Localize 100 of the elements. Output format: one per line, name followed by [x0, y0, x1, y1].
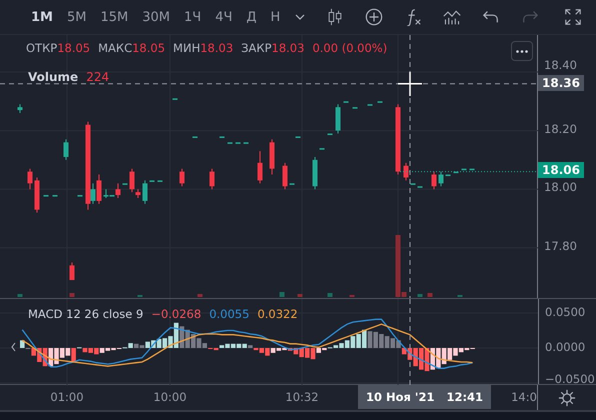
indicator-axis-label: 0.0500: [545, 306, 586, 320]
volume-bar: [18, 294, 22, 297]
candle: [290, 182, 294, 185]
candle: [228, 142, 232, 144]
legend-label: МАКС: [98, 41, 132, 55]
add-circle-icon[interactable]: [365, 8, 384, 26]
legend-change: 0.00 (0.00%): [312, 41, 388, 55]
interval-tab[interactable]: Н: [266, 8, 286, 26]
candle: [470, 168, 474, 170]
time-label: 10:00: [153, 390, 187, 404]
candle: [454, 171, 458, 174]
volume-bar: [328, 293, 332, 297]
function-icon[interactable]: [404, 8, 422, 26]
candle: [236, 142, 240, 144]
interval-tab[interactable]: 15M: [95, 8, 134, 26]
candle: [158, 180, 162, 182]
legend-label: ЗАКР: [241, 41, 272, 55]
interval-tab[interactable]: 1M: [26, 8, 58, 26]
candle: [438, 171, 444, 187]
price-label: 18.20: [544, 122, 577, 136]
indicators-icon[interactable]: [443, 8, 462, 26]
volume-bar: [198, 294, 202, 297]
chevron-down-icon[interactable]: [295, 14, 306, 20]
candle: [336, 104, 340, 134]
volume-bar: [70, 293, 74, 297]
more-button[interactable]: [511, 41, 533, 61]
crosshair-time: 12:41: [446, 390, 484, 404]
more-icon: [516, 50, 528, 52]
indicator-value: 0.0055: [209, 307, 250, 321]
price-label: 18.00: [544, 181, 577, 194]
candle: [210, 168, 214, 190]
last-price-tag: 18.06: [538, 162, 584, 178]
interval-tab[interactable]: 4Ч: [210, 8, 238, 26]
candle: [52, 194, 58, 197]
candle: [122, 182, 128, 185]
fullscreen-icon[interactable]: [564, 8, 582, 26]
candle: [18, 104, 22, 114]
legend-value: 18.03: [200, 41, 234, 55]
volume-bar: [280, 292, 284, 297]
time-label: 14:0: [511, 390, 537, 404]
candle: [418, 186, 422, 188]
candle: [404, 162, 408, 181]
time-label: 10:32: [285, 390, 319, 404]
candle: [368, 104, 372, 106]
crosshair-date: 10 Ноя '21: [366, 390, 434, 404]
volume-bar: [418, 294, 422, 297]
volume-bar: [428, 293, 432, 297]
candle: [328, 133, 332, 136]
interval-tab[interactable]: 5M: [62, 8, 92, 26]
indicator-value: 0.0322: [257, 307, 298, 321]
indicator-label: MACD 12 26 close 9: [28, 307, 144, 321]
indicator-axis-label: −0.0500: [545, 373, 595, 386]
candle: [446, 174, 450, 176]
candle: [180, 168, 184, 187]
candle: [296, 136, 300, 138]
candle: [378, 100, 382, 103]
legend-value: 18.05: [132, 41, 166, 55]
legend-label: МИН: [173, 41, 200, 55]
legend-label: ОТКР: [26, 41, 58, 55]
chevron-left-icon[interactable]: [11, 342, 16, 352]
candlestick-icon[interactable]: [326, 8, 344, 26]
candle: [192, 136, 198, 138]
candle: [282, 162, 288, 190]
candle: [142, 180, 148, 204]
indicator-value: −0.0268: [151, 307, 202, 321]
interval-tab[interactable]: 30M: [137, 8, 176, 26]
volume-value: 224: [86, 70, 110, 84]
price-label: 17.80: [544, 240, 577, 253]
candle: [432, 171, 436, 190]
candle: [312, 156, 318, 190]
volume-label: Volume: [28, 70, 78, 84]
interval-tab[interactable]: Д: [241, 8, 262, 26]
candle: [172, 98, 178, 100]
candle: [150, 180, 154, 182]
candle: [258, 150, 262, 184]
legend-value: 18.03: [272, 41, 304, 55]
candle: [344, 100, 348, 103]
time-label: 01:00: [50, 390, 84, 404]
legend-value: 18.05: [57, 41, 90, 55]
crosshair-price-tag: 18.36: [538, 75, 584, 91]
candle: [220, 136, 224, 138]
candle: [352, 106, 358, 109]
candle: [44, 194, 48, 197]
price-label: 18.40: [544, 59, 577, 72]
candle: [410, 182, 416, 185]
candle: [462, 168, 466, 170]
candle: [270, 138, 274, 176]
candle: [78, 194, 82, 197]
candle: [396, 104, 400, 176]
candle: [28, 168, 32, 190]
crosshair-icon: [397, 71, 423, 97]
interval-tab[interactable]: 1Ч: [179, 8, 206, 26]
settings-icon[interactable]: [558, 388, 576, 406]
volume-bar: [298, 294, 302, 297]
candle: [320, 148, 324, 150]
indicator-axis-label: 0.0000: [545, 341, 586, 354]
candle: [70, 262, 74, 281]
candle: [34, 176, 40, 214]
candle: [64, 138, 68, 160]
candle: [244, 142, 248, 144]
